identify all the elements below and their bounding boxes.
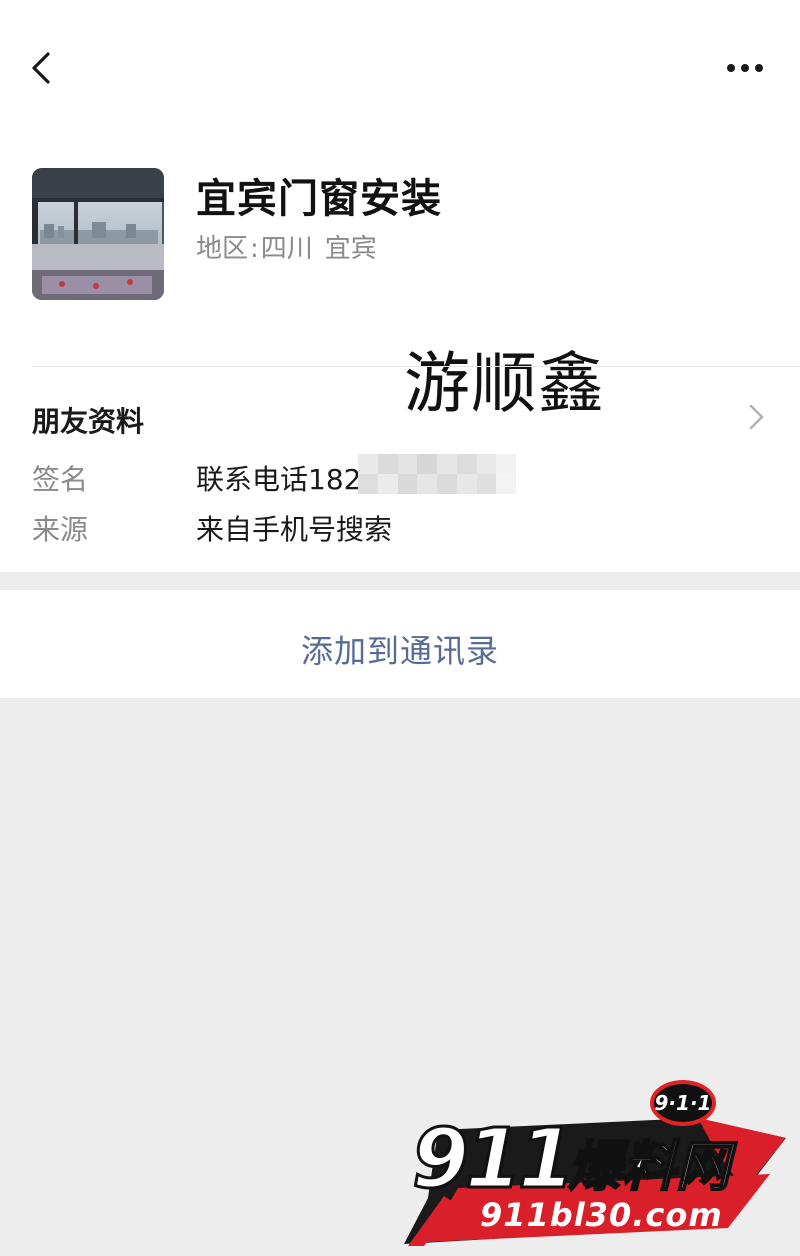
add-to-contacts-button[interactable]: 添加到通讯录 bbox=[0, 590, 800, 698]
signature-label: 签名 bbox=[32, 463, 89, 496]
redacted-phone-mosaic bbox=[358, 454, 516, 494]
contact-name: 宜宾门窗安装 bbox=[196, 176, 442, 222]
source-label: 来源 bbox=[32, 513, 89, 546]
more-button[interactable] bbox=[716, 48, 776, 88]
avatar[interactable] bbox=[32, 168, 164, 300]
region-label: 地区 bbox=[196, 234, 249, 264]
friend-profile-row[interactable]: 朋友资料 bbox=[0, 370, 800, 460]
watermark-logo: 9·1·1 911 爆料网 911bl30.com bbox=[398, 1078, 790, 1250]
chevron-right-icon bbox=[749, 404, 764, 430]
watermark-url: 911bl30.com bbox=[480, 1196, 723, 1234]
chevron-left-icon bbox=[32, 52, 50, 84]
more-horizontal-icon bbox=[727, 64, 763, 72]
region-separator: : bbox=[250, 234, 259, 264]
back-button[interactable] bbox=[22, 42, 70, 94]
divider bbox=[32, 366, 800, 367]
contact-card: 宜宾门窗安装 地区:四川 宜宾 游顺鑫 朋友资料 签名 联系电话182 来源 来自… bbox=[0, 0, 800, 572]
navigation-bar bbox=[0, 0, 800, 130]
source-value: 来自手机号搜索 bbox=[196, 513, 393, 546]
watermark-brand: 爆料网 bbox=[567, 1134, 731, 1199]
friend-profile-title: 朋友资料 bbox=[32, 405, 145, 438]
region-info: 地区:四川 宜宾 bbox=[196, 228, 377, 265]
watermark-badge: 9·1·1 bbox=[650, 1080, 716, 1126]
watermark-number: 911 bbox=[410, 1111, 576, 1209]
add-to-contacts-label: 添加到通讯录 bbox=[300, 632, 499, 670]
region-city: 宜宾 bbox=[324, 234, 377, 264]
region-province: 四川 bbox=[260, 234, 313, 264]
avatar-window-view-image bbox=[32, 168, 164, 300]
signature-value: 联系电话182 bbox=[196, 463, 362, 496]
